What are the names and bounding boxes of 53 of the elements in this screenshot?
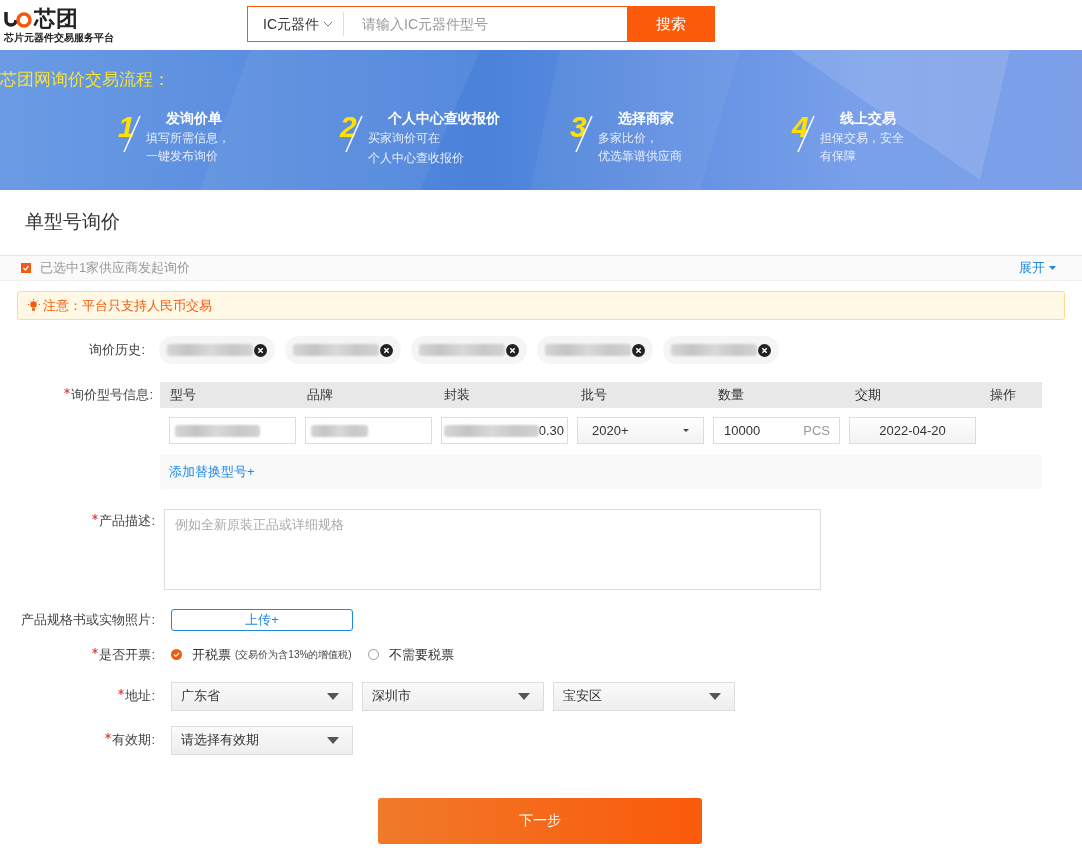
field-value: 0.30	[538, 421, 565, 440]
tax-note: (交易价为含13%的增值税)	[235, 648, 352, 663]
column-header: 批号	[580, 386, 608, 405]
column-header: 数量	[717, 386, 745, 405]
field-label: 询价历史:	[88, 341, 146, 360]
radio-option[interactable]: 不需要税票	[367, 645, 454, 665]
column-header: 操作	[990, 386, 1017, 405]
package-field[interactable]: 0.30	[441, 417, 568, 444]
column-header: 型号	[169, 386, 197, 405]
step-description: 有保障	[820, 148, 857, 165]
step-description: 买家询价可在	[368, 130, 441, 147]
step-number: 2	[340, 110, 366, 156]
step-description: 填写所需信息，	[146, 130, 230, 147]
unit-text: PCS	[803, 421, 830, 440]
step-number: 3	[570, 110, 596, 156]
address-dropdown[interactable]: 深圳市	[362, 681, 544, 711]
address-dropdown[interactable]: 宝安区	[553, 681, 735, 711]
banner-title: 芯团网询价交易流程：	[0, 69, 170, 91]
delivery-date-field[interactable]: 2022-04-20	[849, 417, 976, 444]
description-field[interactable]: 例如全新原装正品或详细规格	[164, 509, 821, 590]
step-title: 线上交易	[839, 109, 897, 128]
column-header: 交期	[854, 386, 882, 405]
field-label: 产品规格书或实物照片:	[20, 611, 155, 630]
notice-text: 注意：平台只支持人民币交易	[43, 296, 212, 315]
expand-link[interactable]: 展开	[1019, 258, 1056, 278]
field-label: 有效期:	[0, 730, 155, 750]
search-field[interactable]: 请输入IC元器件型号	[344, 6, 627, 42]
field-label: 是否开票:	[0, 645, 155, 665]
step-title: 发询价单	[165, 109, 223, 128]
logo-text: 芯团	[34, 6, 78, 32]
radio-option[interactable]: 开税票 (交易价为含13%的增值税)	[171, 645, 352, 665]
supplier-count-text: 已选中1家供应商发起询价	[40, 259, 191, 278]
batch-dropdown[interactable]: 2020+	[577, 417, 704, 444]
step-description: 个人中心查收报价	[368, 150, 465, 167]
step-title: 个人中心查收报价	[387, 109, 500, 128]
logo-tagline: 芯片元器件交易服务平台	[4, 32, 114, 44]
step-number: 1	[118, 110, 144, 156]
validity-dropdown[interactable]: 请选择有效期	[171, 725, 353, 755]
field-label: 询价型号信息:	[0, 382, 155, 489]
field-label: 地址:	[0, 686, 155, 706]
step-title: 选择商家	[617, 109, 675, 128]
upload-button[interactable]: 上传+	[171, 609, 353, 631]
quantity-field[interactable]: 10000 PCS	[713, 417, 840, 444]
field-label: 产品描述:	[0, 509, 155, 590]
step-number: 4	[792, 110, 818, 156]
column-header: 品牌	[306, 386, 334, 405]
column-header: 封装	[443, 386, 471, 405]
add-model-link[interactable]: 添加替换型号+	[169, 461, 255, 482]
step-description: 担保交易，安全	[820, 130, 904, 147]
address-dropdown[interactable]: 广东省	[171, 681, 353, 711]
step-description: 一键发布询价	[146, 148, 219, 165]
step-description: 优选靠谱供应商	[598, 148, 682, 165]
step-description: 多家比价，	[598, 130, 659, 147]
